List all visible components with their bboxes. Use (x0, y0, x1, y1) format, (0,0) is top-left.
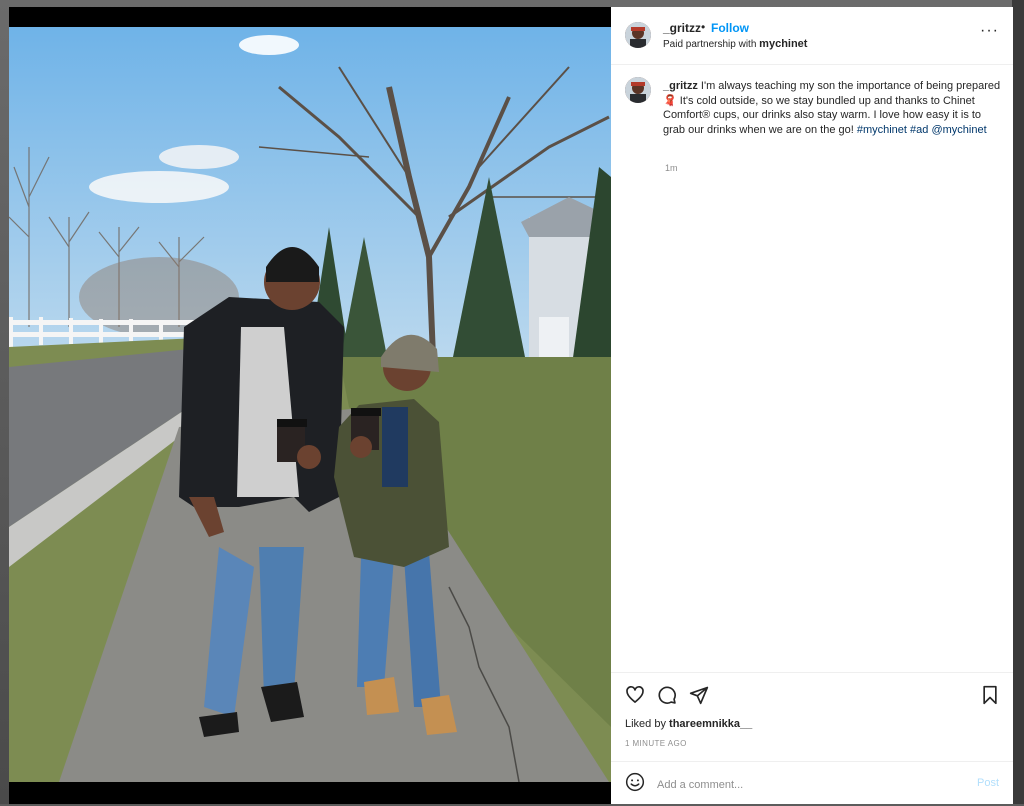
caption-username[interactable]: _gritzz (663, 80, 698, 92)
post-photo-area (9, 7, 611, 804)
actions-section: Liked by thareemnikka__ 1 MINUTE AGO Pos… (611, 672, 1013, 805)
post-comment-button[interactable]: Post (977, 777, 999, 789)
hashtag-ad[interactable]: #ad (910, 124, 928, 136)
bookmark-icon[interactable] (981, 685, 999, 705)
likes-line: Liked by thareemnikka__ (625, 718, 752, 730)
backdrop-edge (1012, 0, 1024, 804)
post-details-panel: _gritzz • Follow Paid partnership with m… (611, 7, 1013, 804)
photo-father-son-walking (9, 27, 611, 782)
avatar[interactable] (625, 22, 651, 48)
caption-body-1: I'm always teaching my son the importanc… (700, 80, 1001, 92)
partnership-prefix: Paid partnership with (663, 39, 757, 50)
partner-link[interactable]: mychinet (759, 38, 807, 50)
comment-input[interactable] (655, 774, 959, 796)
caption-avatar[interactable] (625, 77, 651, 103)
comment-icon[interactable] (657, 685, 677, 705)
comment-bar: Post (611, 761, 1013, 806)
header-separator: • (701, 20, 706, 34)
post-timestamp[interactable]: 1 MINUTE AGO (625, 739, 687, 748)
hashtag-mychinet[interactable]: #mychinet (857, 124, 907, 136)
heart-icon[interactable] (625, 685, 645, 705)
post-photo[interactable] (9, 27, 611, 782)
author-username[interactable]: _gritzz (663, 21, 701, 35)
caption-text: _gritzz I'm always teaching my son the i… (663, 79, 1003, 137)
share-icon[interactable] (689, 685, 709, 705)
smiley-icon[interactable] (625, 772, 645, 797)
likes-user[interactable]: thareemnikka__ (669, 718, 752, 730)
post-header: _gritzz • Follow Paid partnership with m… (611, 7, 1013, 65)
likes-prefix: Liked by (625, 718, 666, 730)
paid-partnership: Paid partnership with mychinet (663, 38, 807, 50)
mention-mychinet[interactable]: @mychinet (931, 124, 986, 136)
caption-time: 1m (665, 163, 678, 173)
avatar-image (625, 22, 651, 48)
follow-button[interactable]: Follow (711, 21, 749, 35)
post-modal: _gritzz • Follow Paid partnership with m… (9, 7, 1013, 804)
scarf-emoji-icon: 🧣 (663, 94, 677, 107)
more-options-icon[interactable]: ··· (980, 22, 999, 40)
avatar-image (625, 77, 651, 103)
